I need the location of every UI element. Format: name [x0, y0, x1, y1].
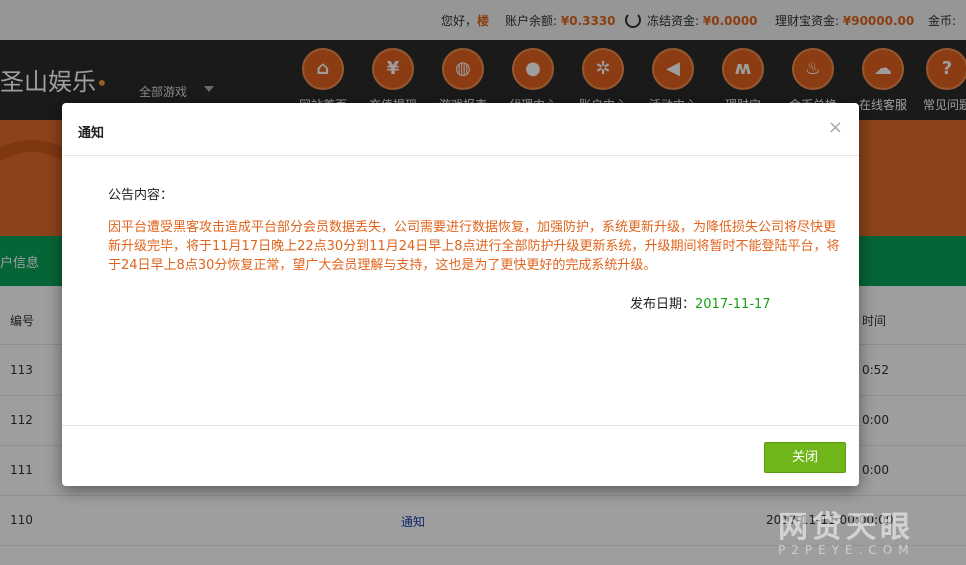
modal-title: 通知 — [78, 126, 105, 141]
content-label: 公告内容： — [108, 188, 174, 203]
watermark-url: P2PEYE.COM — [778, 543, 915, 557]
close-icon[interactable]: × — [828, 117, 843, 138]
modal-footer: 关闭 — [62, 425, 859, 487]
announcement-text: 因平台遭受黑客攻击造成平台部分会员数据丢失，公司需要进行数据恢复，加强防护，系统… — [108, 220, 840, 273]
modal-header: 通知 × — [62, 103, 859, 156]
publish-date-value: 2017-11-17 — [695, 297, 771, 312]
close-button[interactable]: 关闭 — [764, 442, 846, 473]
modal-body: 公告内容： 因平台遭受黑客攻击造成平台部分会员数据丢失，公司需要进行数据恢复，加… — [62, 156, 859, 424]
publish-date: 发布日期：2017-11-17 — [630, 293, 771, 312]
watermark-logo: 网贷天眼 — [778, 510, 914, 545]
notice-modal: 通知 × 公告内容： 因平台遭受黑客攻击造成平台部分会员数据丢失，公司需要进行数… — [62, 103, 859, 486]
publish-date-label: 发布日期： — [630, 297, 696, 312]
